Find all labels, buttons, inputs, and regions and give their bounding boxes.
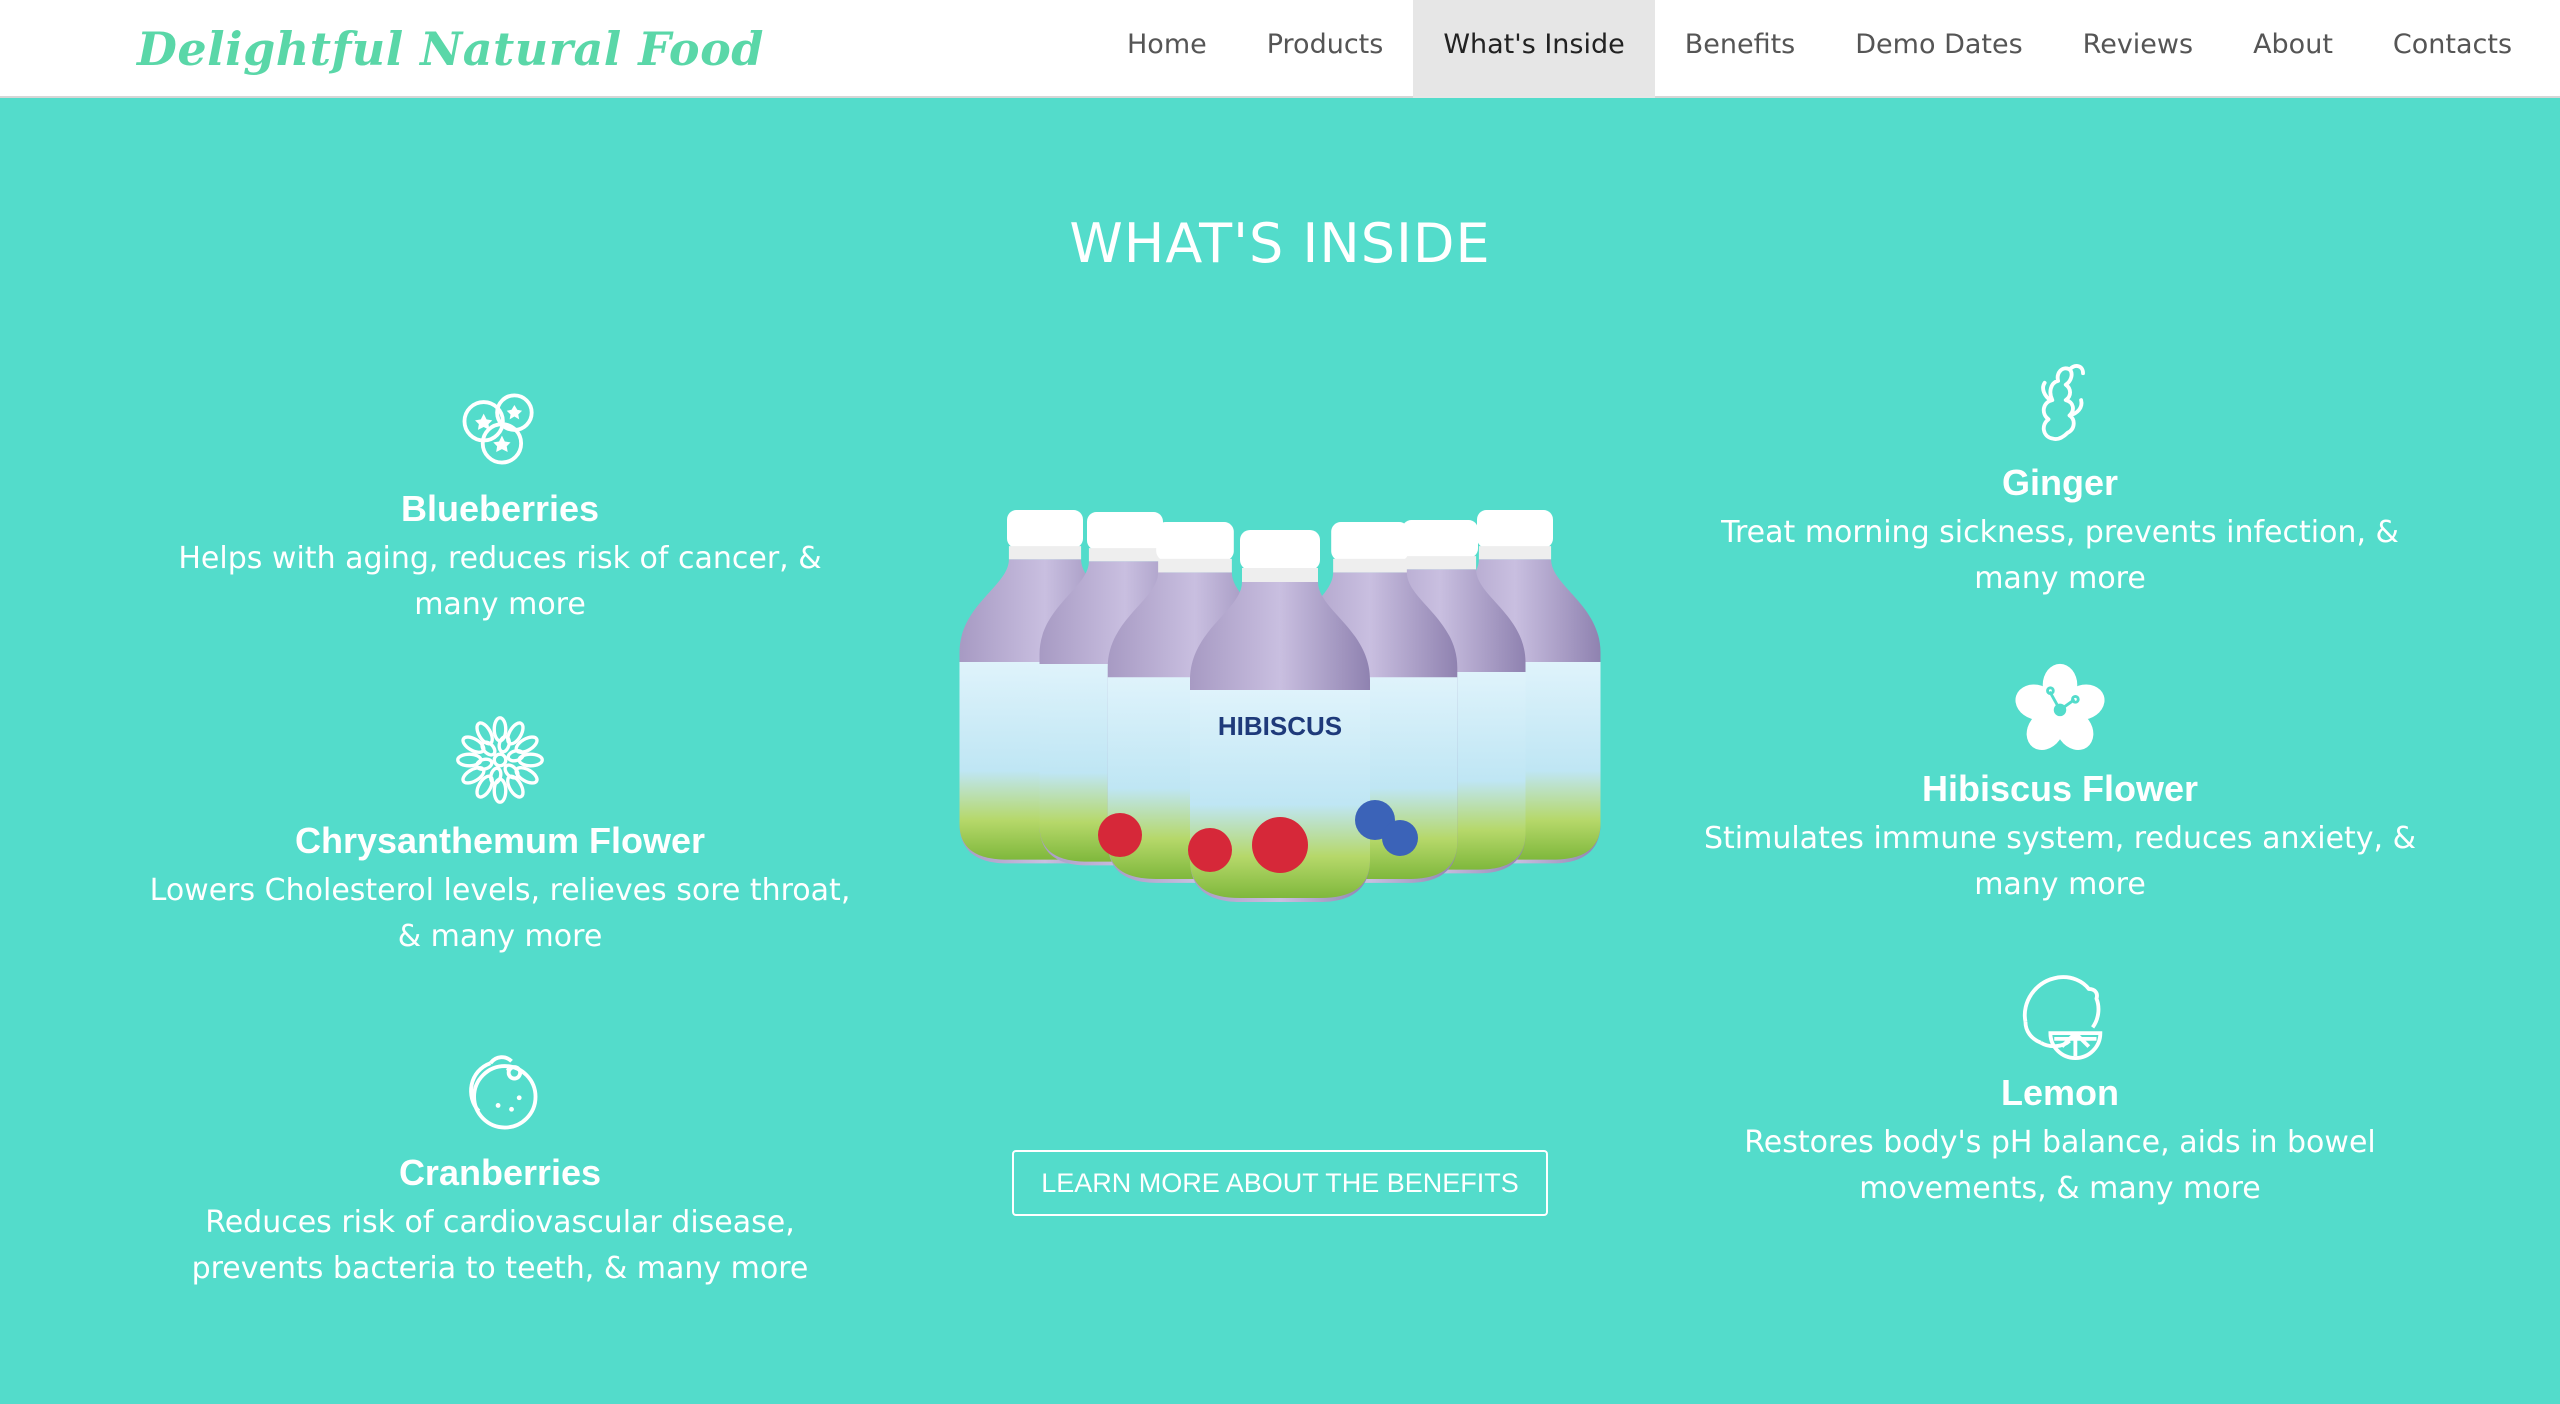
ingredient-hibiscus-flower: Hibiscus Flower Stimulates immune system… bbox=[1680, 660, 2440, 908]
ingredient-description: Treat morning sickness, prevents infecti… bbox=[1721, 515, 2399, 596]
nav-item-about[interactable]: About bbox=[2223, 0, 2363, 98]
ingredient-description: Restores body's pH balance, aids in bowe… bbox=[1744, 1125, 2376, 1206]
product-bottles-image: HIBISCUS bbox=[959, 510, 1601, 902]
nav-item-home[interactable]: Home bbox=[1097, 0, 1237, 98]
lemon-icon bbox=[2022, 975, 2103, 1060]
ingredient-chrysanthemum-flower: Chrysanthemum Flower Lowers Cholesterol … bbox=[120, 712, 880, 960]
nav-item-products[interactable]: Products bbox=[1237, 0, 1414, 98]
hibiscus-flower-icon bbox=[2015, 663, 2105, 750]
blueberries-icon bbox=[462, 393, 534, 465]
nav-item-contacts[interactable]: Contacts bbox=[2363, 0, 2542, 98]
ingredient-blueberries: Blueberries Helps with aging, reduces ri… bbox=[120, 380, 880, 628]
ingredient-description: Stimulates immune system, reduces anxiet… bbox=[1703, 821, 2417, 902]
site-logo[interactable]: Delightful Natural Food bbox=[137, 14, 764, 84]
main-nav: Home Products What's Inside Benefits Dem… bbox=[1097, 0, 2542, 98]
ingredient-name: Lemon bbox=[2000, 1072, 2119, 1113]
ingredient-name: Ginger bbox=[2001, 462, 2118, 503]
cranberries-icon bbox=[469, 1055, 538, 1130]
ingredient-description: Helps with aging, reduces risk of cancer… bbox=[178, 541, 822, 622]
ginger-icon bbox=[2041, 364, 2085, 441]
chrysanthemum-flower-icon bbox=[456, 716, 544, 804]
ingredient-name: Hibiscus Flower bbox=[1921, 768, 2199, 809]
ingredient-name: Chrysanthemum Flower bbox=[294, 820, 706, 861]
ingredient-name: Cranberries bbox=[398, 1152, 602, 1193]
nav-item-demo-dates[interactable]: Demo Dates bbox=[1825, 0, 2052, 98]
learn-more-benefits-button[interactable]: LEARN MORE ABOUT THE BENEFITS bbox=[1012, 1150, 1548, 1216]
top-navbar: Delightful Natural Food Home Products Wh… bbox=[0, 0, 2560, 98]
ingredient-ginger: Ginger Treat morning sickness, prevents … bbox=[1680, 354, 2440, 602]
ingredient-name: Blueberries bbox=[400, 488, 600, 529]
nav-item-whats-inside[interactable]: What's Inside bbox=[1413, 0, 1655, 98]
ingredient-description: Reduces risk of cardiovascular disease, … bbox=[191, 1205, 809, 1286]
ingredient-lemon: Lemon Restores body's pH balance, aids i… bbox=[1680, 964, 2440, 1212]
nav-item-benefits[interactable]: Benefits bbox=[1655, 0, 1826, 98]
ingredient-description: Lowers Cholesterol levels, relieves sore… bbox=[149, 873, 851, 954]
ingredient-cranberries: Cranberries Reduces risk of cardiovascul… bbox=[120, 1044, 880, 1292]
section-title: WHAT'S INSIDE bbox=[1069, 212, 1491, 275]
svg-text:HIBISCUS: HIBISCUS bbox=[1218, 711, 1342, 741]
nav-item-reviews[interactable]: Reviews bbox=[2053, 0, 2223, 98]
